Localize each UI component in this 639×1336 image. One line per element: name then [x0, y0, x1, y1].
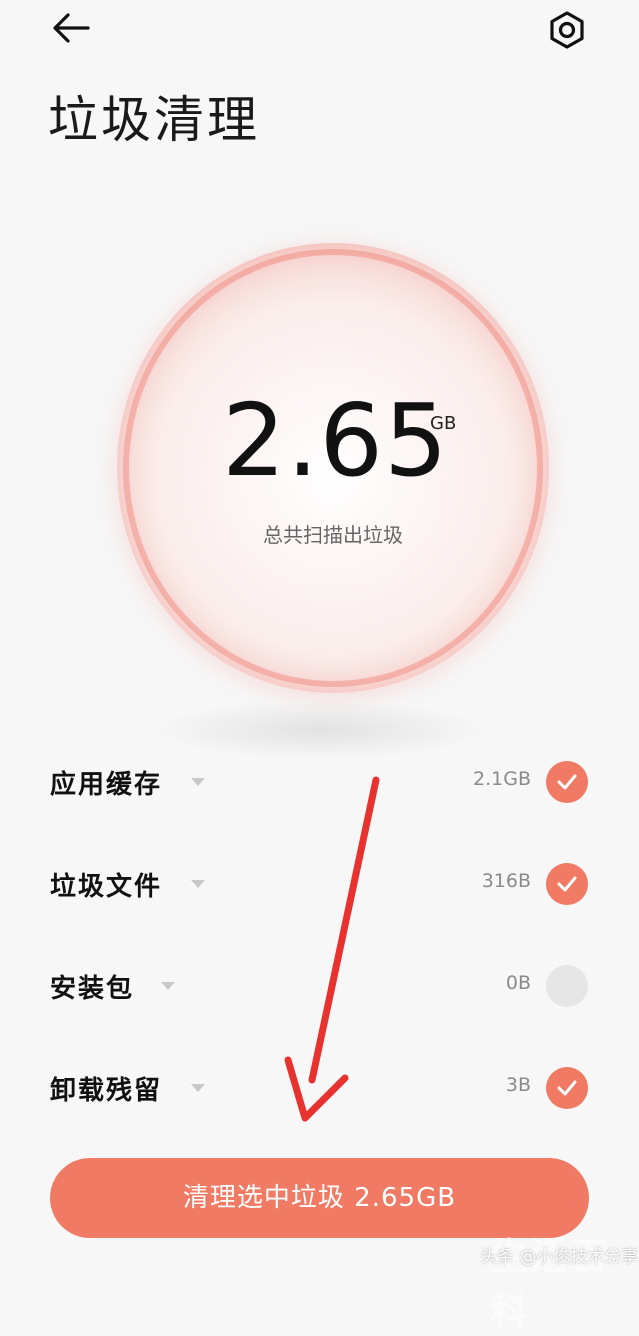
watermark-text: 头条 @小俊技术分享: [480, 1247, 639, 1267]
annotation-arrow: [284, 776, 380, 1122]
